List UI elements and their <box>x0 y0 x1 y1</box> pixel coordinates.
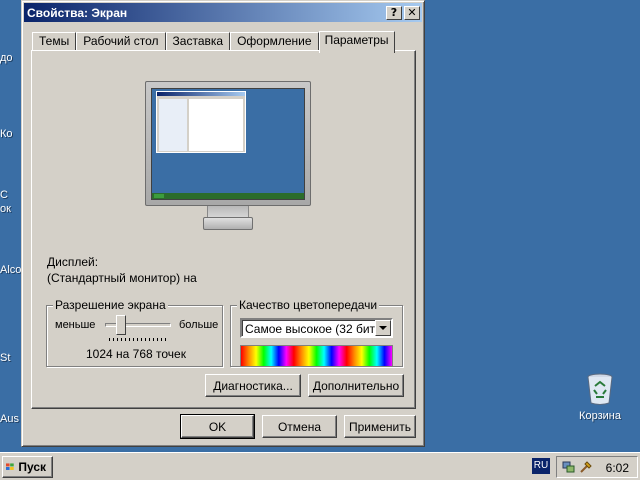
monitor-bezel <box>145 81 311 206</box>
language-indicator[interactable]: RU <box>532 458 550 474</box>
resolution-less-label: меньше <box>55 319 96 331</box>
preview-window-body <box>189 99 243 151</box>
start-label: Пуск <box>18 460 46 474</box>
desktop-icon-label[interactable]: ок <box>0 203 11 215</box>
resolution-value: 1024 на 768 точек <box>86 347 186 361</box>
help-button[interactable]: ? <box>386 5 402 20</box>
desktop-icon-label[interactable]: Ко <box>0 128 13 140</box>
taskbar: Пуск RU 6:02 <box>0 452 640 480</box>
tab-desktop[interactable]: Рабочий стол <box>76 32 166 51</box>
recycle-bin-label: Корзина <box>579 410 621 422</box>
monitor-preview <box>145 81 311 231</box>
ok-button[interactable]: OK <box>180 414 255 439</box>
display-properties-window: Свойства: Экран ? ✕ Темы Рабочий стол За… <box>21 0 425 447</box>
color-quality-selected: Самое высокое (32 бита) <box>245 322 386 336</box>
apply-button[interactable]: Применить <box>344 415 416 438</box>
color-quality-group-title: Качество цветопередачи <box>237 298 380 312</box>
tab-themes[interactable]: Темы <box>32 32 77 51</box>
color-quality-select[interactable]: Самое высокое (32 бита) <box>240 318 393 338</box>
windows-logo-icon <box>6 463 14 470</box>
chevron-down-icon[interactable] <box>375 320 391 336</box>
close-button[interactable]: ✕ <box>404 5 420 20</box>
window-title: Свойства: Экран <box>27 5 128 20</box>
resolution-slider-ticks <box>109 338 169 341</box>
preview-taskbar <box>152 193 304 199</box>
tab-settings[interactable]: Параметры <box>318 31 395 53</box>
resolution-group: Разрешение экрана меньше больше 1024 на … <box>46 298 223 367</box>
color-spectrum-bar <box>240 345 393 367</box>
title-bar[interactable]: Свойства: Экран ? ✕ <box>24 3 422 22</box>
monitor-screen <box>151 88 305 200</box>
display-value: (Стандартный монитор) на <box>47 271 197 285</box>
monitor-base <box>203 217 253 230</box>
preview-window <box>156 91 246 153</box>
desktop-icon-label[interactable]: St <box>0 352 10 364</box>
tools-icon[interactable] <box>579 460 593 474</box>
desktop-icon-label[interactable]: Aus <box>0 413 19 425</box>
resolution-slider-thumb[interactable] <box>116 315 127 335</box>
diagnostics-button[interactable]: Диагностика... <box>205 374 301 397</box>
recycle-bin-icon <box>587 373 613 405</box>
clock[interactable]: 6:02 <box>606 461 629 475</box>
desktop-icon-label[interactable]: С <box>0 189 8 201</box>
network-icon[interactable] <box>562 460 576 474</box>
desktop-icon-label[interactable]: Alco <box>0 264 21 276</box>
resolution-more-label: больше <box>179 319 219 331</box>
start-button[interactable]: Пуск <box>2 456 53 478</box>
color-quality-group: Качество цветопередачи Самое высокое (32… <box>230 298 403 367</box>
preview-window-sidebar <box>159 99 187 151</box>
desktop-icon-label[interactable]: до <box>0 52 13 64</box>
advanced-button[interactable]: Дополнительно <box>308 374 404 397</box>
tab-strip: Темы Рабочий стол Заставка Оформление Па… <box>32 30 395 53</box>
recycle-bin[interactable]: Корзина <box>572 372 628 422</box>
resolution-group-title: Разрешение экрана <box>53 298 168 312</box>
resolution-slider-track[interactable] <box>105 323 171 327</box>
tab-appearance[interactable]: Оформление <box>230 32 319 51</box>
tab-screensaver[interactable]: Заставка <box>165 32 231 51</box>
settings-panel: Дисплей: (Стандартный монитор) на Разреш… <box>31 50 416 409</box>
preview-start-button <box>154 194 164 198</box>
system-tray: 6:02 <box>556 456 638 478</box>
cancel-button[interactable]: Отмена <box>262 415 337 438</box>
preview-window-titlebar <box>157 92 245 96</box>
display-label: Дисплей: <box>47 255 99 269</box>
